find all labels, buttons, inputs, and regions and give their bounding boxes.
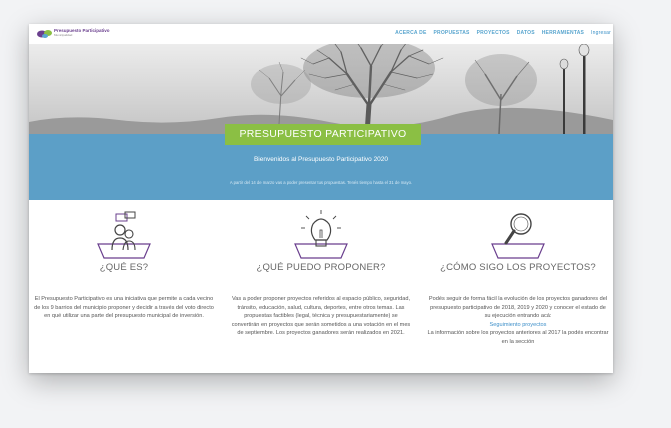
info-column-como-sigo-proyectos: ¿CÓMO SIGO LOS PROYECTOS? Podés seguir d… — [427, 210, 609, 347]
info-column-que-es: ¿QUÉ ES? El Presupuesto Participativo es… — [33, 210, 215, 321]
tree-photo — [29, 44, 613, 134]
menu-item-herramientas[interactable]: HERRAMIENTAS — [542, 30, 584, 36]
welcome-text: Bienvenidos al Presupuesto Participativo… — [253, 156, 389, 163]
heading-que-es: ¿QUÉ ES? — [99, 262, 149, 273]
hero-image — [29, 44, 613, 134]
logo-subtitle: Municipalidad — [54, 33, 73, 37]
magnifier-icon — [491, 213, 545, 259]
seguimiento-proyectos-link[interactable]: Seguimiento proyectos — [427, 321, 609, 330]
menu-item-acerca-de[interactable]: ACERCA DE — [395, 30, 426, 36]
menu-item-proyectos[interactable]: PROYECTOS — [477, 30, 510, 36]
text-que-puedo-proponer: Vas a poder proponer proyectos referidos… — [231, 296, 411, 337]
browser-screenshot-frame: Presupuesto Participativo Municipalidad … — [29, 24, 613, 373]
people-icon — [97, 211, 151, 259]
heading-como-sigo-proyectos: ¿CÓMO SIGO LOS PROYECTOS? — [440, 262, 596, 273]
main-menu: ACERCA DE PROPUESTAS PROYECTOS DATOS HER… — [395, 30, 611, 36]
proposal-dates-notice: A partir del 14 de marzo vas a poder pre… — [229, 180, 413, 185]
site-title: PRESUPUESTO PARTICIPATIVO — [225, 124, 421, 145]
top-navbar: Presupuesto Participativo Municipalidad … — [29, 24, 613, 44]
lightbulb-icon — [294, 210, 348, 259]
menu-item-propuestas[interactable]: PROPUESTAS — [433, 30, 469, 36]
info-column-que-puedo-proponer: ¿QUÉ PUEDO PROPONER? Vas a poder propone… — [230, 210, 412, 338]
text-como-sigo-intro: Podés seguir de forma fácil la evolución… — [428, 296, 608, 320]
login-link[interactable]: Ingresar — [591, 30, 611, 36]
text-que-es: El Presupuesto Participativo es una inic… — [34, 296, 214, 320]
text-como-sigo-proyectos: Podés seguir de forma fácil la evolución… — [427, 295, 609, 347]
menu-item-datos[interactable]: DATOS — [517, 30, 535, 36]
text-proyectos-anteriores: La información sobre los proyectos anter… — [427, 330, 609, 345]
heading-que-puedo-proponer: ¿QUÉ PUEDO PROPONER? — [256, 262, 386, 273]
